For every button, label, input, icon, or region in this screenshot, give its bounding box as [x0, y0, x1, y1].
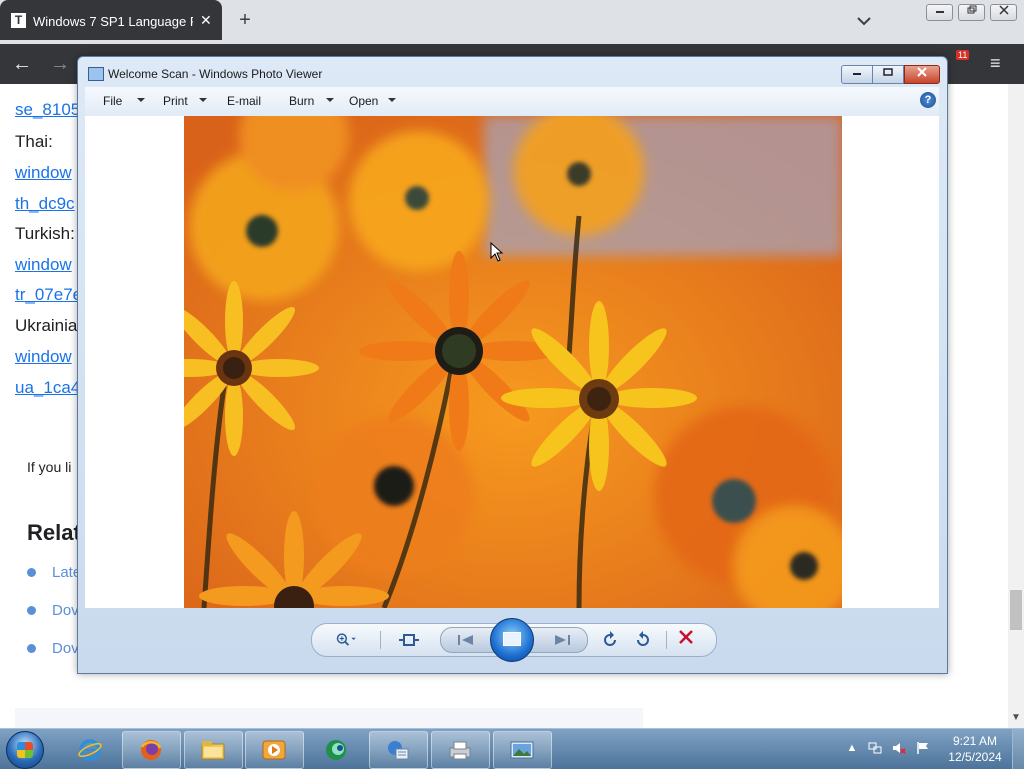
taskbar-item-fax-scan[interactable] — [431, 731, 490, 769]
printer-icon — [449, 741, 471, 760]
taskbar-item-explorer[interactable] — [184, 731, 243, 769]
photo-viewer-app-icon — [88, 67, 104, 81]
next-icon[interactable] — [553, 633, 571, 647]
controls-separator — [666, 631, 667, 649]
tab-search-chevron-icon[interactable] — [855, 12, 873, 30]
action-center-flag-icon[interactable] — [916, 741, 930, 755]
forward-arrow-icon[interactable]: → — [50, 53, 70, 76]
photo-viewer-canvas — [85, 116, 939, 608]
extension-badge: 11 — [956, 50, 970, 60]
chevron-down-icon[interactable] — [137, 98, 145, 102]
volume-muted-icon[interactable] — [892, 741, 906, 755]
chevron-down-icon[interactable] — [326, 98, 334, 102]
bullet-icon — [27, 644, 36, 653]
page-text: Turkish: — [15, 224, 75, 243]
show-hidden-icons-icon[interactable]: ▲ — [845, 741, 859, 755]
maximize-button[interactable] — [872, 65, 904, 84]
windows-logo-icon — [17, 742, 33, 758]
slideshow-screen — [503, 632, 521, 646]
fit-window-icon[interactable] — [398, 631, 420, 649]
menu-email[interactable]: E-mail — [227, 94, 261, 108]
help-icon[interactable]: ? — [920, 92, 936, 108]
page-text: Ukrainia — [15, 316, 78, 335]
photo-viewer-controls — [311, 618, 717, 662]
clock-time: 9:21 AM — [952, 734, 998, 748]
menu-print[interactable]: Print — [163, 94, 188, 108]
photo-viewer-window: Welcome Scan - Windows Photo Viewer File… — [77, 56, 948, 674]
browser-close-button[interactable] — [990, 4, 1017, 21]
photo-viewer-titlebar[interactable]: Welcome Scan - Windows Photo Viewer — [78, 57, 947, 87]
controls-separator — [380, 631, 381, 649]
menu-file[interactable]: File — [103, 94, 122, 108]
tab-close-icon[interactable]: ✕ — [200, 12, 212, 29]
bullet-icon — [27, 606, 36, 615]
window-title: Welcome Scan - Windows Photo Viewer — [108, 67, 323, 81]
page-link[interactable]: window — [15, 163, 72, 183]
page-paragraph: If you li — [27, 459, 72, 475]
related-link[interactable]: Dov — [52, 640, 79, 657]
taskbar-clock[interactable]: 9:21 AM 12/5/2024 — [940, 733, 1010, 765]
browser-tab[interactable]: T Windows 7 SP1 Language Pack ✕ — [0, 0, 222, 40]
menu-open[interactable]: Open — [349, 94, 378, 108]
flower-photo — [184, 116, 842, 608]
page-link[interactable]: th_dc9c — [15, 194, 75, 214]
new-tab-button[interactable]: + — [235, 9, 255, 32]
tab-favicon-icon: T — [11, 13, 26, 28]
browser-tabbar: T Windows 7 SP1 Language Pack ✕ + — [0, 0, 1024, 44]
taskbar-item-photo-viewer[interactable] — [493, 731, 552, 769]
taskbar-item-network[interactable] — [369, 731, 428, 769]
flower-photo-art — [184, 116, 842, 608]
bullet-icon — [27, 568, 36, 577]
photo-icon — [510, 741, 534, 759]
network-tray-icon[interactable] — [868, 741, 882, 755]
previous-icon[interactable] — [457, 633, 475, 647]
magnifier-plus-icon[interactable] — [336, 630, 358, 650]
browser-restore-button[interactable] — [958, 4, 985, 21]
ie-icon — [78, 739, 102, 761]
page-link[interactable]: se_8105 — [15, 100, 80, 120]
minimize-button[interactable] — [841, 65, 873, 84]
tab-title: Windows 7 SP1 Language Pack — [33, 14, 193, 29]
page-link[interactable]: window — [15, 255, 72, 275]
page-footer-box — [15, 708, 643, 728]
delete-icon[interactable] — [677, 628, 695, 646]
media-player-icon — [262, 740, 286, 760]
related-link[interactable]: Dov — [52, 602, 79, 619]
show-desktop-button[interactable] — [1012, 729, 1024, 769]
taskbar: ▲ 9:21 AM 12/5/2024 — [0, 728, 1024, 769]
start-button[interactable] — [6, 731, 44, 769]
rotate-ccw-icon[interactable] — [599, 630, 621, 650]
app-icon — [326, 740, 346, 760]
slideshow-icon[interactable] — [490, 618, 534, 662]
rotate-cw-icon[interactable] — [632, 630, 654, 650]
extension-icon[interactable]: 11 — [956, 50, 972, 72]
network-icon — [388, 741, 409, 760]
taskbar-item-app-green[interactable] — [307, 731, 366, 769]
mouse-cursor-icon — [490, 242, 504, 262]
page-text: Thai: — [15, 132, 53, 151]
taskbar-item-internet-explorer[interactable] — [61, 731, 120, 769]
menu-burn[interactable]: Burn — [289, 94, 314, 108]
page-scrollbar[interactable]: ▼ — [1008, 84, 1024, 728]
chevron-down-icon[interactable] — [388, 98, 396, 102]
page-link[interactable]: tr_07e7e — [15, 285, 82, 305]
scroll-down-icon[interactable]: ▼ — [1011, 712, 1021, 723]
close-button[interactable] — [904, 65, 940, 84]
clock-date: 12/5/2024 — [948, 750, 1002, 764]
related-heading: Relat — [27, 520, 81, 545]
taskbar-item-media-player[interactable] — [245, 731, 304, 769]
browser-menu-icon[interactable]: ≡ — [990, 53, 1001, 74]
folder-icon — [201, 741, 225, 760]
chevron-down-icon[interactable] — [199, 98, 207, 102]
page-link[interactable]: ua_1ca4 — [15, 378, 80, 398]
taskbar-item-firefox[interactable] — [122, 731, 181, 769]
back-arrow-icon[interactable]: ← — [12, 53, 32, 76]
page-link[interactable]: window — [15, 347, 72, 367]
browser-minimize-button[interactable] — [926, 4, 953, 21]
photo-viewer-menubar: File Print E-mail Burn Open ? — [85, 87, 939, 117]
firefox-icon — [140, 740, 162, 760]
scrollbar-thumb[interactable] — [1010, 590, 1022, 630]
